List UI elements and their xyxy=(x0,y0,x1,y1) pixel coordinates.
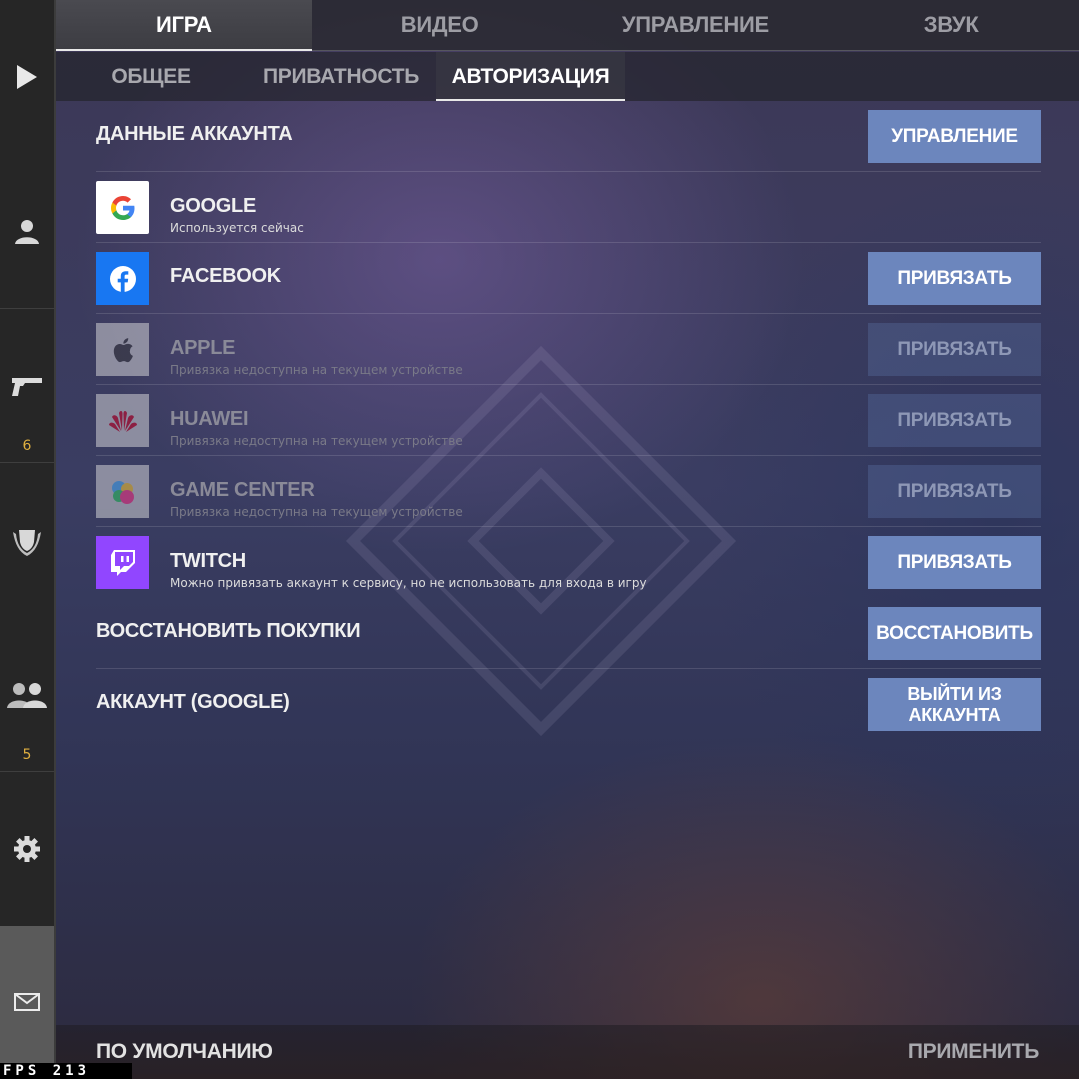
service-status-apple: Привязка недоступна на текущем устройств… xyxy=(170,363,463,377)
service-name-apple: APPLE xyxy=(170,337,236,359)
subtab-privacy-label: ПРИВАТНОСТЬ xyxy=(262,64,420,88)
service-name-huawei: HUAWEI xyxy=(170,408,249,430)
tab-game-label: ИГРА xyxy=(156,12,212,37)
apple-icon xyxy=(96,323,149,376)
fps-counter: FPS 213 xyxy=(0,1063,132,1079)
service-row-facebook: FACEBOOK ПРИВЯЗАТЬ xyxy=(96,243,1041,314)
friends-count: 5 xyxy=(22,747,32,763)
service-status-game-center: Привязка недоступна на текущем устройств… xyxy=(170,505,463,519)
link-twitch-button[interactable]: ПРИВЯЗАТЬ xyxy=(868,536,1041,589)
gear-icon xyxy=(14,836,40,862)
reset-defaults-button[interactable]: ПО УМОЛЧАНИЮ xyxy=(96,1040,273,1064)
sidebar-item-mail[interactable] xyxy=(0,926,54,1079)
service-row-game-center: GAME CENTER Привязка недоступна на текущ… xyxy=(96,456,1041,527)
account-data-label: ДАННЫЕ АККАУНТА xyxy=(96,123,293,145)
sidebar-item-clan[interactable] xyxy=(0,522,54,562)
mail-icon xyxy=(14,993,40,1011)
sidebar-item-settings[interactable] xyxy=(0,830,54,868)
link-apple-button[interactable]: ПРИВЯЗАТЬ xyxy=(868,323,1041,376)
google-icon xyxy=(96,181,149,234)
subtab-general-label: ОБЩЕЕ xyxy=(111,64,191,88)
service-status-huawei: Привязка недоступна на текущем устройств… xyxy=(170,434,463,448)
service-name-google: GOOGLE xyxy=(170,195,256,217)
subtab-authorization-label: АВТОРИЗАЦИЯ xyxy=(451,64,610,88)
subtab-general[interactable]: ОБЩЕЕ xyxy=(56,52,246,101)
tab-controls[interactable]: УПРАВЛЕНИЕ xyxy=(568,0,824,50)
service-name-facebook: FACEBOOK xyxy=(170,265,281,287)
tab-video-label: ВИДЕО xyxy=(400,12,479,37)
service-row-google: GOOGLE Используется сейчас xyxy=(96,172,1041,243)
play-icon xyxy=(17,65,37,89)
service-row-huawei: HUAWEI Привязка недоступна на текущем ус… xyxy=(96,385,1041,456)
shield-icon xyxy=(13,530,41,556)
logout-button[interactable]: ВЫЙТИ ИЗ АККАУНТА xyxy=(868,678,1041,731)
main-tabs: ИГРА ВИДЕО УПРАВЛЕНИЕ ЗВУК xyxy=(56,0,1079,51)
link-facebook-button[interactable]: ПРИВЯЗАТЬ xyxy=(868,252,1041,305)
service-row-twitch: TWITCH Можно привязать аккаунт к сервису… xyxy=(96,527,1041,598)
tab-game[interactable]: ИГРА xyxy=(56,0,312,51)
footer-bar: ПО УМОЛЧАНИЮ ПРИМЕНИТЬ xyxy=(56,1025,1079,1079)
manage-account-button[interactable]: УПРАВЛЕНИЕ xyxy=(868,110,1041,163)
service-name-twitch: TWITCH xyxy=(170,550,246,572)
huawei-icon xyxy=(96,394,149,447)
service-status-google: Используется сейчас xyxy=(170,221,304,235)
restore-purchases-row: ВОССТАНОВИТЬ ПОКУПКИ ВОССТАНОВИТЬ xyxy=(96,598,1041,669)
restore-button[interactable]: ВОССТАНОВИТЬ xyxy=(868,607,1041,660)
sidebar-item-play[interactable] xyxy=(0,52,54,102)
link-huawei-button[interactable]: ПРИВЯЗАТЬ xyxy=(868,394,1041,447)
sidebar: 6 5 xyxy=(0,0,56,1079)
account-header-row: ДАННЫЕ АККАУНТА УПРАВЛЕНИЕ xyxy=(96,101,1041,172)
sub-tabs: ОБЩЕЕ ПРИВАТНОСТЬ АВТОРИЗАЦИЯ xyxy=(56,52,1079,101)
current-account-label: АККАУНТ (GOOGLE) xyxy=(96,691,290,713)
sidebar-item-friends[interactable] xyxy=(0,676,54,714)
restore-purchases-label: ВОССТАНОВИТЬ ПОКУПКИ xyxy=(96,620,361,642)
weapons-count: 6 xyxy=(22,438,32,454)
game-center-icon xyxy=(96,465,149,518)
tab-controls-label: УПРАВЛЕНИЕ xyxy=(621,12,769,37)
subtab-privacy[interactable]: ПРИВАТНОСТЬ xyxy=(246,52,436,101)
facebook-icon xyxy=(96,252,149,305)
tab-sound-label: ЗВУК xyxy=(923,12,979,37)
tab-video[interactable]: ВИДЕО xyxy=(312,0,568,50)
subtab-authorization[interactable]: АВТОРИЗАЦИЯ xyxy=(436,52,625,101)
friends-icon xyxy=(7,683,47,708)
current-account-row: АККАУНТ (GOOGLE) ВЫЙТИ ИЗ АККАУНТА xyxy=(96,669,1041,740)
tab-sound[interactable]: ЗВУК xyxy=(823,0,1079,50)
twitch-icon xyxy=(96,536,149,589)
service-row-apple: APPLE Привязка недоступна на текущем уст… xyxy=(96,314,1041,385)
sidebar-item-weapons[interactable] xyxy=(0,368,54,404)
user-icon xyxy=(15,220,39,244)
service-name-game-center: GAME CENTER xyxy=(170,479,315,501)
link-game-center-button[interactable]: ПРИВЯЗАТЬ xyxy=(868,465,1041,518)
service-status-twitch: Можно привязать аккаунт к сервису, но не… xyxy=(170,576,647,590)
apply-button[interactable]: ПРИМЕНИТЬ xyxy=(908,1040,1039,1064)
pistol-icon xyxy=(12,378,42,396)
sidebar-item-profile[interactable] xyxy=(0,205,54,257)
